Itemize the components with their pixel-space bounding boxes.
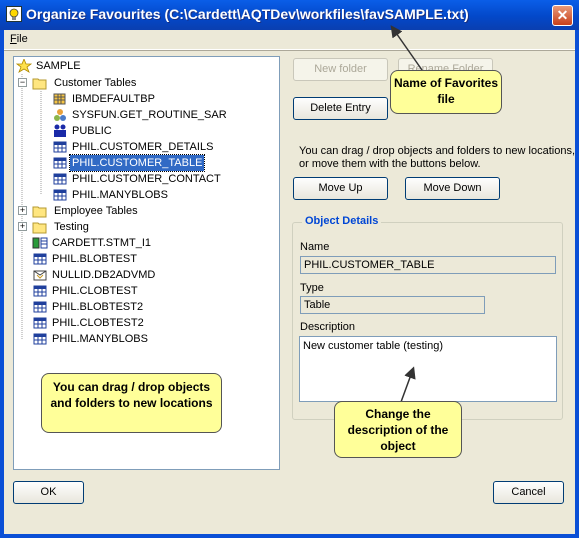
title-bar: Organize Favourites (C:\Cardett\AQTDev\w… — [0, 0, 579, 30]
move-down-button[interactable]: Move Down — [405, 177, 500, 200]
table-icon — [52, 172, 68, 186]
bufferpool-icon — [52, 92, 68, 106]
item-label: IBMDEFAULTBP — [72, 93, 155, 105]
table-icon — [32, 284, 48, 298]
name-label: Name — [300, 241, 330, 253]
item-label: PHIL.CUSTOMER_CONTACT — [72, 173, 221, 185]
item-label: SYSFUN.GET_ROUTINE_SAR — [72, 109, 227, 121]
app-lightbulb-icon — [6, 6, 22, 22]
item-label: PHIL.BLOBTEST2 — [52, 301, 144, 313]
menu-file[interactable]: File — [10, 33, 28, 45]
close-button[interactable]: ✕ — [552, 5, 573, 26]
folder-label: Employee Tables — [54, 205, 138, 217]
folder-label: Customer Tables — [54, 77, 137, 89]
expand-toggle[interactable]: + — [18, 222, 27, 231]
object-details-title: Object Details — [302, 215, 382, 227]
item-label: PHIL.MANYBLOBS — [72, 189, 168, 201]
callout-favorites-file: Name of Favorites file — [390, 70, 502, 114]
callout-drag-drop: You can drag / drop objects and folders … — [41, 373, 222, 433]
folder-open-icon — [32, 76, 48, 90]
item-label: PUBLIC — [72, 125, 112, 137]
expand-toggle[interactable]: + — [18, 206, 27, 215]
tree-root-label: SAMPLE — [36, 60, 81, 72]
group-users-icon — [52, 124, 68, 138]
type-label: Type — [300, 282, 324, 294]
menu-bar: File — [4, 30, 575, 50]
star-icon — [15, 57, 33, 73]
new-folder-button[interactable]: New folder — [293, 58, 388, 81]
table-icon — [32, 300, 48, 314]
window-title: Organize Favourites (C:\Cardett\AQTDev\w… — [26, 6, 469, 22]
table-icon — [52, 156, 68, 170]
statement-icon — [32, 236, 48, 250]
delete-entry-button[interactable]: Delete Entry — [293, 97, 388, 120]
table-icon — [32, 332, 48, 346]
table-icon — [52, 140, 68, 154]
folder-label: Testing — [54, 221, 89, 233]
menu-file-label: ile — [16, 33, 28, 45]
item-label: PHIL.CLOBTEST — [52, 285, 138, 297]
description-textarea[interactable]: New customer table (testing) — [299, 336, 557, 402]
item-label: PHIL.CUSTOMER_TABLE — [68, 154, 206, 172]
item-label: PHIL.CUSTOMER_DETAILS — [72, 141, 214, 153]
function-icon — [52, 108, 68, 122]
window-border-left — [0, 30, 4, 538]
folder-icon — [32, 204, 48, 218]
item-label: PHIL.BLOBTEST — [52, 253, 137, 265]
folder-icon — [32, 220, 48, 234]
item-label: PHIL.CLOBTEST2 — [52, 317, 144, 329]
item-label: CARDETT.STMT_I1 — [52, 237, 152, 249]
description-label: Description — [300, 321, 356, 333]
table-icon — [52, 188, 68, 202]
package-icon — [32, 268, 48, 282]
item-label: PHIL.MANYBLOBS — [52, 333, 148, 345]
drag-drop-hint: You can drag / drop objects and folders … — [299, 145, 575, 170]
table-icon — [32, 316, 48, 330]
window-border-bottom — [0, 534, 579, 538]
table-icon — [32, 252, 48, 266]
collapse-toggle[interactable]: − — [18, 78, 27, 87]
name-field: PHIL.CUSTOMER_TABLE — [300, 256, 556, 274]
menu-file-accelerator: F — [10, 33, 17, 45]
move-up-button[interactable]: Move Up — [293, 177, 388, 200]
type-field: Table — [300, 296, 485, 314]
item-label: NULLID.DB2ADVMD — [52, 269, 156, 281]
window-border-right — [575, 30, 579, 538]
callout-description: Change the description of the object — [334, 401, 462, 458]
cancel-button[interactable]: Cancel — [493, 481, 564, 504]
ok-button[interactable]: OK — [13, 481, 84, 504]
